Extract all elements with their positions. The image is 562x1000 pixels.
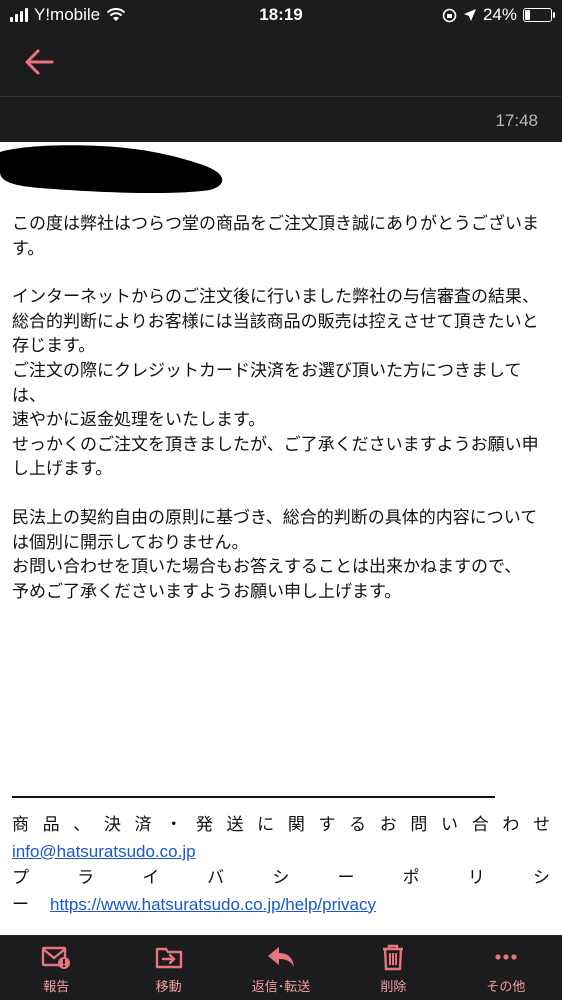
privacy-policy-link[interactable]: https://www.hatsuratsudo.co.jp/help/priv… [50, 892, 376, 919]
paragraph-line: 速やかに返金処理をいたします。 [12, 410, 266, 431]
email-link[interactable]: info@hatsuratsudo.co.jp [12, 842, 196, 861]
paragraph: この度は弊社はつらつ堂の商品をご注文頂き誠にありがとうございます。 [12, 214, 539, 259]
toolbar-label: 移動 [155, 980, 182, 995]
mail-header: 17:48 [0, 96, 562, 143]
paragraph-line: ご注文の際にクレジットカード決済をお選び頂いた方につきましては、 [12, 360, 522, 406]
paragraph-line: せっかくのご注文を頂きましたが、ご了承くださいますようお願い申し上げます。 [12, 434, 539, 480]
redaction-mark [0, 145, 223, 194]
report-button[interactable]: 報告 [0, 936, 112, 1000]
battery-icon [523, 8, 555, 22]
mail-footer: 商品、決済・発送に関するお問い合わせ info@hatsuratsudo.co.… [12, 812, 552, 918]
delete-button[interactable]: 削除 [337, 936, 449, 1000]
privacy-label: プライバシーポリシ [12, 868, 552, 888]
toolbar-label: 削除 [380, 980, 407, 995]
divider [12, 796, 495, 798]
move-folder-icon [155, 947, 182, 969]
move-button[interactable]: 移動 [112, 936, 224, 1000]
toolbar-label: 返信･転送 [251, 980, 311, 995]
status-right: 24% [442, 5, 555, 25]
toolbar-label: その他 [486, 980, 526, 995]
message-text: この度は弊社はつらつ堂の商品をご注文頂き誠にありがとうございます。 インターネッ… [12, 212, 552, 604]
reply-forward-button[interactable]: 返信･転送 [225, 936, 337, 1000]
location-icon [463, 9, 476, 21]
more-icon [495, 954, 517, 960]
paragraph-line: インターネットからのご注文後に行いました弊社の与信審査の結果、 [12, 287, 539, 308]
back-arrow-icon[interactable] [22, 44, 58, 80]
report-mail-icon [42, 946, 71, 969]
trash-icon [383, 944, 404, 971]
reply-icon [268, 947, 295, 967]
nav-bar [0, 30, 562, 96]
bottom-toolbar: 報告 移動 返信･転送 削除 その他 [0, 935, 562, 1000]
paragraph-line: お問い合わせを頂いた場合もお答えすることは出来かねますので、 [12, 557, 522, 578]
orientation-lock-icon [442, 8, 457, 22]
received-time: 17:48 [495, 111, 538, 130]
paragraph-line: 民法上の契約自由の原則に基づき、総合的判断の具体的内容については個別に開示してお… [12, 507, 538, 553]
paragraph-line: 総合的判断によりお客様には当該商品の販売は控えさせて頂きたいと存じます。 [12, 311, 539, 357]
privacy-label-end: ー [12, 894, 29, 915]
status-bar: Y!mobile 18:19 24% [0, 0, 562, 30]
toolbar-label: 報告 [43, 980, 70, 995]
mail-body: この度は弊社はつらつ堂の商品をご注文頂き誠にありがとうございます。 インターネッ… [0, 142, 562, 935]
paragraph-line: 予めご了承くださいますようお願い申し上げます。 [12, 581, 402, 602]
battery-percent: 24% [482, 5, 517, 24]
more-button[interactable]: その他 [450, 936, 562, 1000]
inquiry-label: 商品、決済・発送に関するお問い合わせ [12, 815, 552, 835]
